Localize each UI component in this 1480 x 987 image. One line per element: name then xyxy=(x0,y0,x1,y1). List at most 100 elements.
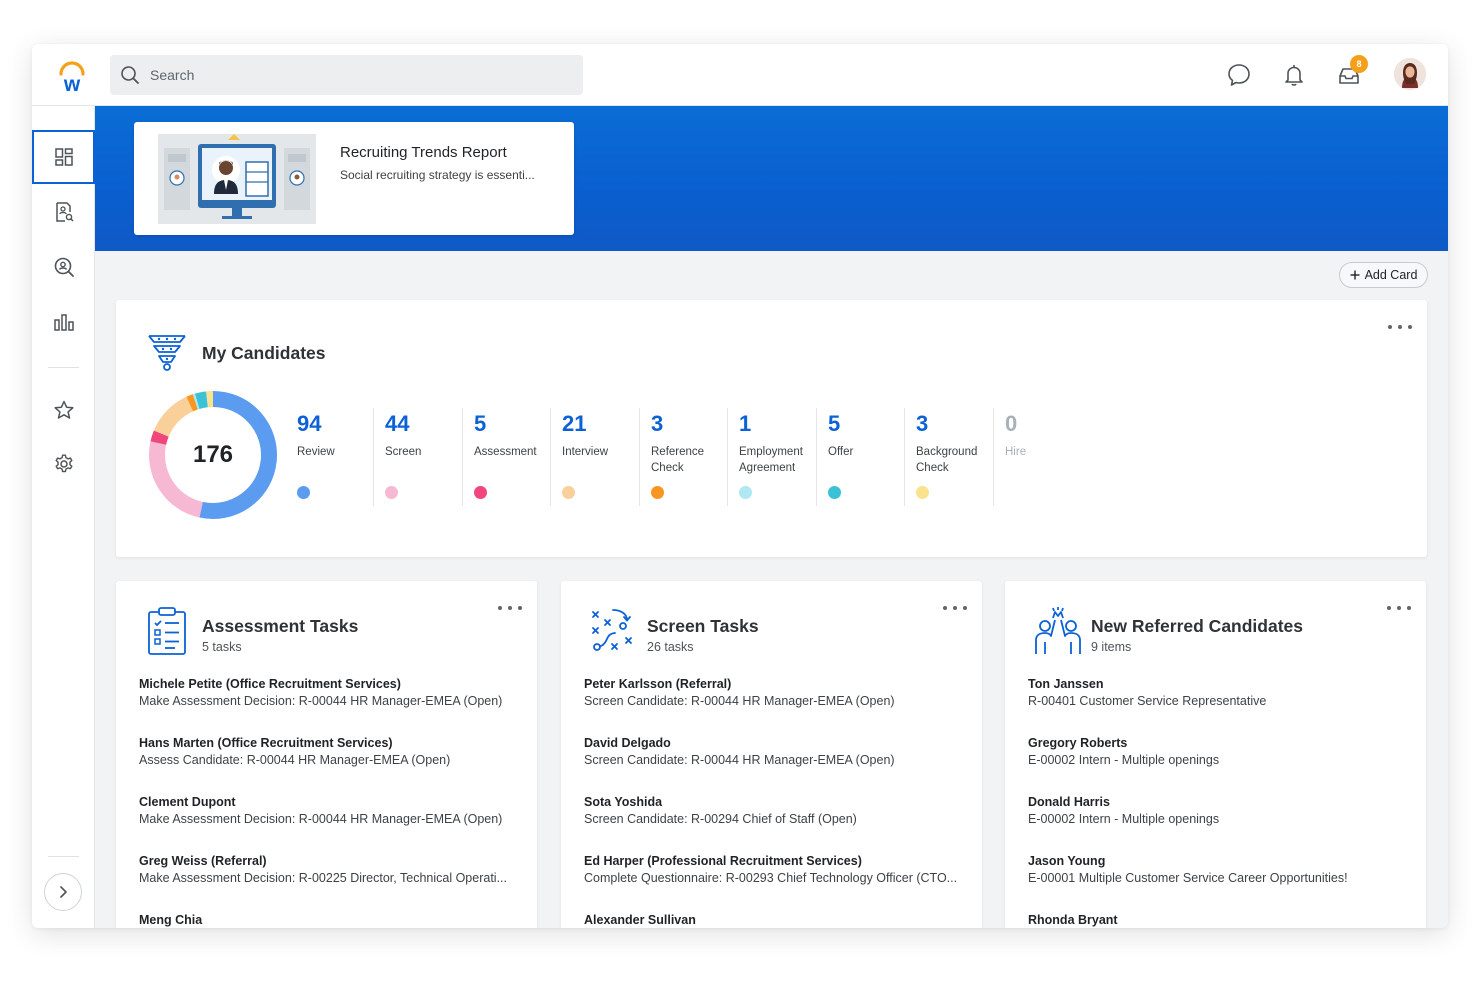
item-title: Clement Dupont xyxy=(139,795,236,809)
sidebar-item-find-candidates[interactable] xyxy=(32,240,95,294)
list-item[interactable]: Ton Janssen R-00401 Customer Service Repr… xyxy=(1028,677,1408,708)
list-item[interactable]: Ed Harper (Professional Recruitment Serv… xyxy=(584,854,964,885)
more-options-button[interactable] xyxy=(498,601,522,615)
list-item[interactable]: Clement Dupont Make Assessment Decision: … xyxy=(139,795,519,826)
pipeline-stage[interactable]: 5 Offer xyxy=(828,408,906,506)
donut-total: 176 xyxy=(192,441,234,468)
pipeline-stage[interactable]: 21 Interview xyxy=(562,408,640,506)
stage-label: Employment Agreement xyxy=(739,446,803,474)
pipeline-stage[interactable]: 5 Assessment xyxy=(474,408,552,506)
sidebar xyxy=(32,106,95,928)
list-item[interactable]: David Delgado Screen Candidate: R-00044 H… xyxy=(584,736,964,767)
list-item[interactable]: Greg Weiss (Referral) Make Assessment Dec… xyxy=(139,854,519,885)
workday-logo[interactable]: w xyxy=(52,56,92,96)
list-item[interactable]: Hans Marten (Office Recruitment Services… xyxy=(139,736,519,767)
card-title: My Candidates xyxy=(202,343,326,363)
more-options-button[interactable] xyxy=(1387,601,1411,615)
add-card-button[interactable]: Add Card xyxy=(1339,262,1428,288)
item-title: Meng Chia xyxy=(139,913,203,927)
person-search-icon xyxy=(54,257,74,277)
bar-chart-icon xyxy=(53,314,74,331)
pipeline-stage[interactable]: 94 Review xyxy=(297,408,375,506)
stage-count: 0 xyxy=(1005,411,1018,436)
chat-icon[interactable] xyxy=(1226,62,1252,88)
sidebar-item-dashboard[interactable] xyxy=(32,130,95,184)
card-title: Screen Tasks xyxy=(647,616,759,636)
sidebar-item-candidate-report[interactable] xyxy=(32,185,95,239)
list-item[interactable]: Sota Yoshida Screen Candidate: R-00294 Ch… xyxy=(584,795,964,826)
stage-count: 5 xyxy=(828,411,841,436)
item-title: David Delgado xyxy=(584,736,671,750)
item-title: Ed Harper (Professional Recruitment Serv… xyxy=(584,854,862,868)
list-item[interactable]: Alexander Sullivan xyxy=(584,913,964,927)
stage-label: Background Check xyxy=(916,446,978,474)
item-detail: Screen Candidate: R-00044 HR Manager-EME… xyxy=(584,753,895,767)
item-title: Jason Young xyxy=(1028,854,1106,868)
item-detail: E-00002 Intern - Multiple openings xyxy=(1028,812,1220,826)
stage-label: Review xyxy=(297,446,335,458)
pipeline-stage[interactable]: 3 Background Check xyxy=(916,408,994,506)
gear-icon xyxy=(55,454,72,473)
sidebar-item-favorites[interactable] xyxy=(32,383,95,437)
stage-divider xyxy=(727,408,728,506)
list-item[interactable]: Gregory Roberts E-00002 Intern - Multiple… xyxy=(1028,736,1408,767)
svg-text:w: w xyxy=(63,73,81,96)
item-title: Ton Janssen xyxy=(1028,677,1104,691)
stage-label: Screen xyxy=(385,446,422,458)
avatar[interactable] xyxy=(1394,58,1426,90)
stage-count: 3 xyxy=(651,411,664,436)
pipeline-stage[interactable]: 44 Screen xyxy=(385,408,463,506)
more-options-button[interactable] xyxy=(1388,320,1412,334)
pipeline-stage[interactable]: 3 Reference Check xyxy=(651,408,729,506)
stage-count: 94 xyxy=(297,411,322,436)
card-title: Assessment Tasks xyxy=(202,616,359,636)
sidebar-item-settings[interactable] xyxy=(32,437,95,491)
screen-tasks-card: Screen Tasks 26 tasks Peter Karlsson (Re… xyxy=(561,581,982,928)
item-title: Donald Harris xyxy=(1028,795,1110,809)
more-options-button[interactable] xyxy=(943,601,967,615)
item-detail: Complete Questionnaire: R-00293 Chief Te… xyxy=(584,871,958,885)
expand-sidebar-button[interactable] xyxy=(44,873,82,911)
item-title: Hans Marten (Office Recruitment Services… xyxy=(139,736,393,750)
people-high-five-icon xyxy=(1033,606,1081,656)
list-item[interactable]: Peter Karlsson (Referral) Screen Candidat… xyxy=(584,677,964,708)
dashboard-icon xyxy=(54,148,73,166)
list-item[interactable]: Meng Chia xyxy=(139,913,519,927)
stage-color-dot xyxy=(474,486,487,499)
stage-divider xyxy=(993,408,994,506)
search-icon xyxy=(121,66,139,84)
clipboard-checklist-icon xyxy=(144,606,190,656)
item-title: Peter Karlsson (Referral) xyxy=(584,677,732,691)
stage-divider xyxy=(639,408,640,506)
referred-candidates-card: New Referred Candidates 9 items Ton Jans… xyxy=(1005,581,1426,928)
stage-label: Offer xyxy=(828,446,854,458)
item-title: Gregory Roberts xyxy=(1028,736,1128,750)
stage-color-dot xyxy=(562,486,575,499)
list-item[interactable]: Michele Petite (Office Recruitment Servi… xyxy=(139,677,519,708)
stage-count: 44 xyxy=(385,411,410,436)
inbox-badge: 8 xyxy=(1350,55,1368,73)
my-candidates-card: My Candidates 176 94 Review 44 Screen 5 Asses… xyxy=(116,300,1427,557)
top-bar: w Search 8 xyxy=(32,44,1448,106)
pipeline-stage[interactable]: 0 Hire xyxy=(1005,408,1083,506)
search-placeholder: Search xyxy=(150,67,195,83)
item-detail: Assess Candidate: R-00044 HR Manager-EME… xyxy=(139,753,451,767)
item-detail: Make Assessment Decision: R-00225 Direct… xyxy=(139,871,507,885)
item-title: Greg Weiss (Referral) xyxy=(139,854,267,868)
search-input[interactable]: Search xyxy=(110,55,583,95)
stage-divider xyxy=(462,408,463,506)
item-title: Michele Petite (Office Recruitment Servi… xyxy=(139,677,401,691)
sidebar-divider xyxy=(48,367,79,368)
pipeline-stage[interactable]: 1 Employment Agreement xyxy=(739,408,817,506)
plus-icon xyxy=(1350,270,1360,280)
list-item[interactable]: Donald Harris E-00002 Intern - Multiple o… xyxy=(1028,795,1408,826)
list-item[interactable]: Rhonda Bryant xyxy=(1028,913,1408,927)
bell-icon[interactable] xyxy=(1281,62,1307,88)
featured-report-card[interactable]: Recruiting Trends Report Social recruiti… xyxy=(134,122,574,235)
item-detail: E-00002 Intern - Multiple openings xyxy=(1028,753,1220,767)
stage-color-dot xyxy=(739,486,752,499)
sidebar-item-analytics[interactable] xyxy=(32,295,95,349)
list-item[interactable]: Jason Young E-00001 Multiple Customer Ser… xyxy=(1028,854,1408,885)
stage-label: Reference Check xyxy=(651,446,705,474)
stage-divider xyxy=(550,408,551,506)
